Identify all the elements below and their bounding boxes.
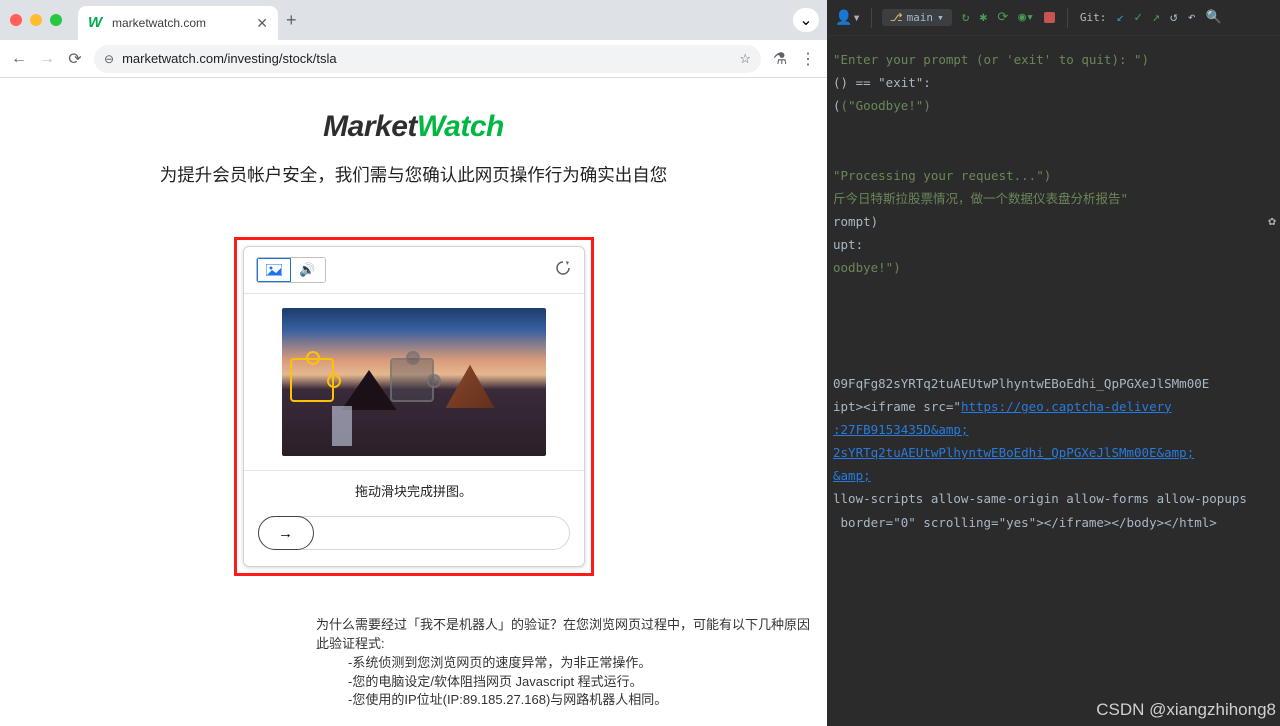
tab-title: marketwatch.com: [112, 16, 248, 30]
new-tab-button[interactable]: +: [286, 10, 297, 31]
tabs-dropdown-button[interactable]: ⌄: [793, 8, 819, 32]
mountain-shape: [446, 360, 516, 408]
arrow-right-icon: →: [278, 525, 293, 542]
maximize-window-icon[interactable]: [50, 14, 62, 26]
audio-mode-button[interactable]: 🔊: [291, 258, 325, 282]
browser-tab[interactable]: W marketwatch.com ✕: [78, 6, 278, 40]
minimize-window-icon[interactable]: [30, 14, 42, 26]
rollback-icon[interactable]: ↶: [1188, 10, 1196, 25]
captcha-highlight: 🔊: [234, 237, 594, 576]
run-icon[interactable]: ⟳: [997, 10, 1008, 25]
captcha-instruction: 拖动滑块完成拼图。: [244, 470, 584, 506]
mountain-shape-2: [342, 370, 397, 410]
ide-pane: 👤▾ ⎇ main ▾ ↻ ✱ ⟳ ◉▾ Git: ↙ ✓ ↗ ↺ ↶ 🔍 "E…: [827, 0, 1280, 726]
captcha-image-area: [244, 294, 584, 470]
git-branch-selector[interactable]: ⎇ main ▾: [882, 9, 952, 26]
tab-bar: W marketwatch.com ✕ + ⌄: [0, 0, 827, 40]
git-pull-icon[interactable]: ↙: [1116, 10, 1124, 25]
image-icon: [266, 264, 282, 276]
browser-window: W marketwatch.com ✕ + ⌄ ← → ⟳ ⊖ marketwa…: [0, 0, 827, 726]
close-window-icon[interactable]: [10, 14, 22, 26]
page-content: MarketWatch 为提升会员帐户安全，我们需与您确认此网页操作行为确实出自…: [0, 78, 827, 726]
git-commit-icon[interactable]: ✓: [1134, 10, 1142, 25]
gear-icon[interactable]: ✿: [1268, 214, 1276, 229]
back-button[interactable]: ←: [10, 50, 28, 68]
favicon-icon: W: [88, 15, 104, 31]
puzzle-target-slot: [390, 358, 434, 402]
captcha-toolbar: 🔊: [244, 247, 584, 294]
debug-icon[interactable]: ✱: [980, 10, 988, 25]
url-field[interactable]: ⊖ marketwatch.com/investing/stock/tsla ☆: [94, 45, 761, 73]
stop-button[interactable]: [1044, 12, 1055, 23]
update-icon[interactable]: ↻: [962, 10, 970, 25]
iframe-src-link[interactable]: https://geo.captcha-delivery: [961, 399, 1172, 414]
image-mode-button[interactable]: [257, 258, 291, 282]
puzzle-image: [282, 308, 546, 456]
speaker-icon: 🔊: [299, 262, 315, 278]
captcha-mode-toggle: 🔊: [256, 257, 326, 283]
window-controls: [10, 14, 62, 26]
security-headline: 为提升会员帐户安全，我们需与您确认此网页操作行为确实出自您: [0, 162, 827, 187]
address-bar: ← → ⟳ ⊖ marketwatch.com/investing/stock/…: [0, 40, 827, 78]
slider-track[interactable]: →: [258, 516, 570, 550]
explanation-reason-3: -您使用的IP位址(IP:89.185.27.168)与网路机器人相同。: [316, 691, 827, 710]
site-info-icon[interactable]: ⊖: [104, 52, 114, 66]
refresh-icon: [554, 259, 572, 277]
explanation-question: 为什么需要经过「我不是机器人」的验证？在您浏览网页过程中，可能有以下几种原因: [316, 616, 827, 635]
captcha-refresh-button[interactable]: [554, 259, 572, 282]
explanation-text: 为什么需要经过「我不是机器人」的验证？在您浏览网页过程中，可能有以下几种原因 此…: [0, 576, 827, 710]
git-push-icon[interactable]: ↗: [1152, 10, 1160, 25]
watermark-text: CSDN @xiangzhihong8: [1096, 700, 1276, 720]
forward-button: →: [38, 50, 56, 68]
code-editor[interactable]: "Enter your prompt (or 'exit' to quit): …: [827, 36, 1280, 546]
git-label: Git:: [1080, 11, 1107, 24]
explanation-reason-1: -系统侦测到您浏览网页的速度异常，为非正常操作。: [316, 654, 827, 673]
coverage-icon[interactable]: ◉▾: [1018, 10, 1034, 25]
user-icon[interactable]: 👤▾: [835, 10, 861, 26]
explanation-answer-intro: 此验证程式:: [316, 635, 827, 654]
bookmark-icon[interactable]: ☆: [739, 51, 751, 67]
explanation-reason-2: -您的电脑设定/软体阻挡网页 Javascript 程式运行。: [316, 673, 827, 692]
chevron-down-icon: ⌄: [799, 10, 812, 30]
url-text: marketwatch.com/investing/stock/tsla: [122, 51, 337, 66]
menu-icon[interactable]: ⋮: [799, 49, 817, 69]
search-icon[interactable]: 🔍: [1206, 10, 1222, 25]
ide-toolbar: 👤▾ ⎇ main ▾ ↻ ✱ ⟳ ◉▾ Git: ↙ ✓ ↗ ↺ ↶ 🔍: [827, 0, 1280, 36]
reload-button[interactable]: ⟳: [66, 49, 84, 69]
captcha-card: 🔊: [243, 246, 585, 567]
slider-handle[interactable]: →: [258, 516, 314, 550]
labs-icon[interactable]: ⚗: [771, 49, 789, 69]
chevron-down-icon: ▾: [937, 11, 944, 24]
branch-name: main: [907, 11, 934, 24]
puzzle-piece-source: [290, 358, 334, 402]
history-icon[interactable]: ↺: [1170, 10, 1178, 25]
branch-icon: ⎇: [890, 11, 903, 24]
site-logo: MarketWatch: [0, 110, 827, 144]
tab-close-icon[interactable]: ✕: [256, 15, 268, 32]
waterfall-shape: [332, 406, 352, 446]
